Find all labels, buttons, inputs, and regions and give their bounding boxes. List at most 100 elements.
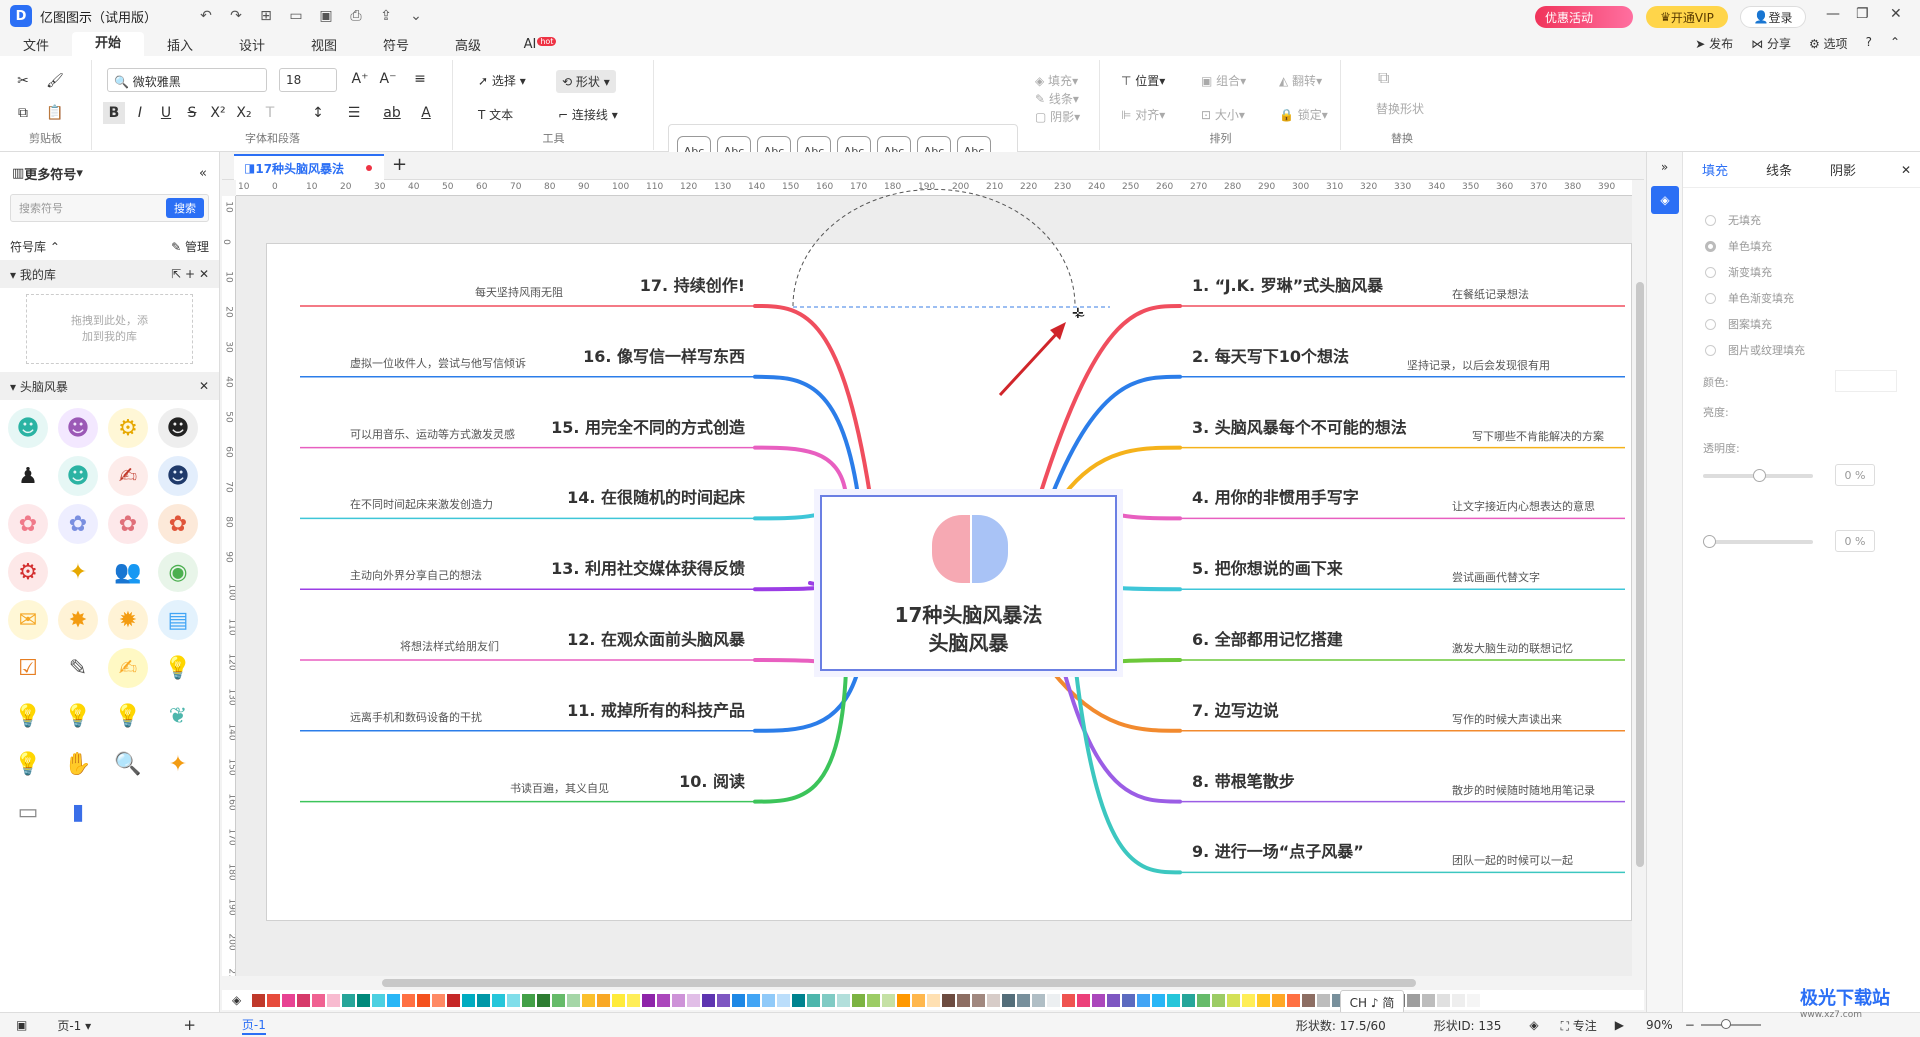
search-button[interactable]: 搜索 [166,198,204,218]
color-swatch[interactable] [717,993,730,1007]
fill-bucket-icon[interactable]: ◈ [1651,186,1679,214]
color-swatch[interactable] [1302,993,1315,1007]
collapse-panel-icon[interactable]: « [199,166,207,181]
superscript-icon[interactable]: X² [207,102,229,124]
close-window-icon[interactable]: ✕ [1890,6,1902,22]
color-swatch[interactable] [372,993,385,1007]
color-swatch[interactable] [1287,993,1300,1007]
color-swatch[interactable] [1182,993,1195,1007]
color-swatch[interactable] [1437,993,1450,1007]
color-swatch[interactable] [627,993,640,1007]
bullets-icon[interactable]: ☰ [343,102,365,124]
head-lightbulb-icon[interactable]: ☻ [8,408,48,448]
color-swatch[interactable] [1422,993,1435,1007]
text-color-icon[interactable]: A [415,102,437,124]
connector-tool[interactable]: ⌐ 连接线 ▾ [558,106,618,123]
topic-title[interactable]: 15. 用完全不同的方式创造 [551,414,745,438]
color-swatch[interactable] [1407,993,1420,1007]
transparency-knob[interactable] [1703,535,1716,548]
underline-icon[interactable]: U [155,102,177,124]
topic-note[interactable]: 写作的时候大声读出来 [1452,711,1562,727]
topic-note[interactable]: 坚持记录，以后会发现很有用 [1407,357,1550,373]
share-button[interactable]: ⋈ 分享 [1751,35,1791,52]
add-tab-icon[interactable]: + [392,154,407,175]
color-swatch[interactable] [297,993,310,1007]
color-swatch[interactable] [732,993,745,1007]
topic-title[interactable]: 7. 边写边说 [1192,697,1279,721]
minimize-icon[interactable]: — [1826,6,1840,22]
topic-note[interactable]: 团队一起的时候可以一起 [1452,852,1573,868]
add-icon[interactable]: + [185,267,195,281]
menu-design[interactable]: 设计 [216,35,288,54]
strikethrough-icon[interactable]: S [181,102,203,124]
topic-note[interactable]: 散步的时候随时随地用笔记录 [1452,782,1595,798]
color-swatch[interactable] [552,993,565,1007]
color-swatch[interactable] [1467,993,1480,1007]
color-swatch[interactable] [882,993,895,1007]
color-swatch[interactable] [1227,993,1240,1007]
format-painter-icon[interactable]: 🖌 [44,70,66,92]
vertical-scrollbar[interactable] [1636,282,1644,867]
fill-option-solid-gradient[interactable]: 单色渐变填充 [1705,290,1794,306]
my-library-header[interactable]: ▾ 我的库 ⇱ + ✕ [0,260,219,288]
color-swatch[interactable] [777,993,790,1007]
topic-note[interactable]: 尝试画画代替文字 [1452,569,1540,585]
topic-note[interactable]: 主动向外界分享自己的想法 [350,567,482,583]
horizontal-scrollbar[interactable] [382,979,1416,987]
vip-button[interactable]: ♛ 开通VIP [1646,6,1728,28]
shadow-button[interactable]: ▢ 阴影▾ [1035,108,1080,125]
menu-file[interactable]: 文件 [0,35,72,54]
color-swatch[interactable] [987,993,1000,1007]
align-icon[interactable]: ≡ [409,68,431,90]
menu-home[interactable]: 开始 [72,32,144,56]
font-color-icon[interactable]: ab [381,102,403,124]
transparency-value[interactable]: 0 % [1835,530,1875,552]
color-swatch[interactable] [522,993,535,1007]
play-icon[interactable]: ▶ [1615,1018,1624,1032]
color-swatch[interactable] [972,993,985,1007]
color-swatch[interactable] [657,993,670,1007]
color-swatch[interactable] [672,993,685,1007]
fill-bucket-icon[interactable]: ◈ [232,993,241,1007]
color-swatch[interactable] [1272,993,1285,1007]
undo-icon[interactable]: ↶ [197,8,215,24]
fill-option-solid[interactable]: 单色填充 [1705,238,1772,254]
idea-stand-icon[interactable]: ✦ [158,744,198,784]
color-swatch[interactable] [387,993,400,1007]
color-swatch[interactable] [807,993,820,1007]
expand-panel-icon[interactable]: » [1647,160,1682,174]
color-swatch[interactable] [252,993,265,1007]
topic-note[interactable]: 在不同时间起床来激发创造力 [350,496,493,512]
speech-bubble-icon[interactable]: ✉ [8,600,48,640]
color-swatch[interactable] [837,993,850,1007]
topic-title[interactable]: 10. 阅读 [679,768,745,792]
topic-note[interactable]: 每天坚持风雨无阻 [475,284,563,300]
topic-note[interactable]: 书读百遍，其义自见 [510,780,609,796]
layers-icon[interactable]: ◈ [1529,1018,1538,1032]
cut-icon[interactable]: ✂ [12,70,34,92]
color-swatch[interactable] [687,993,700,1007]
bold-icon[interactable]: B [103,102,125,124]
color-swatch[interactable] [312,993,325,1007]
magnifier-icon[interactable]: 🔍 [108,744,148,784]
burst-icon[interactable]: ✹ [108,600,148,640]
replace-shape-icon[interactable]: ⧉ [1378,68,1389,88]
zoom-slider-knob[interactable] [1720,1019,1731,1029]
paste-icon[interactable]: 📋 [44,102,66,124]
color-swatch[interactable] [462,993,475,1007]
color-swatch[interactable] [537,993,550,1007]
flip-button[interactable]: ◭ 翻转▾ [1279,72,1322,89]
color-swatch[interactable] [267,993,280,1007]
color-swatch[interactable] [357,993,370,1007]
color-swatch[interactable] [507,993,520,1007]
zoom-level[interactable]: 90% [1646,1018,1673,1032]
topic-note[interactable]: 可以用音乐、运动等方式激发灵感 [350,426,515,442]
fill-button[interactable]: ◈ 填充▾ [1035,72,1078,89]
color-swatch[interactable] [447,993,460,1007]
color-swatch[interactable] [327,993,340,1007]
topic-title[interactable]: 13. 利用社交媒体获得反馈 [551,555,745,579]
color-swatch[interactable] [1452,993,1465,1007]
shape-tool[interactable]: ⟲ 形状 ▾ [556,70,616,93]
explosion-icon[interactable]: ✸ [58,600,98,640]
color-swatch[interactable] [852,993,865,1007]
